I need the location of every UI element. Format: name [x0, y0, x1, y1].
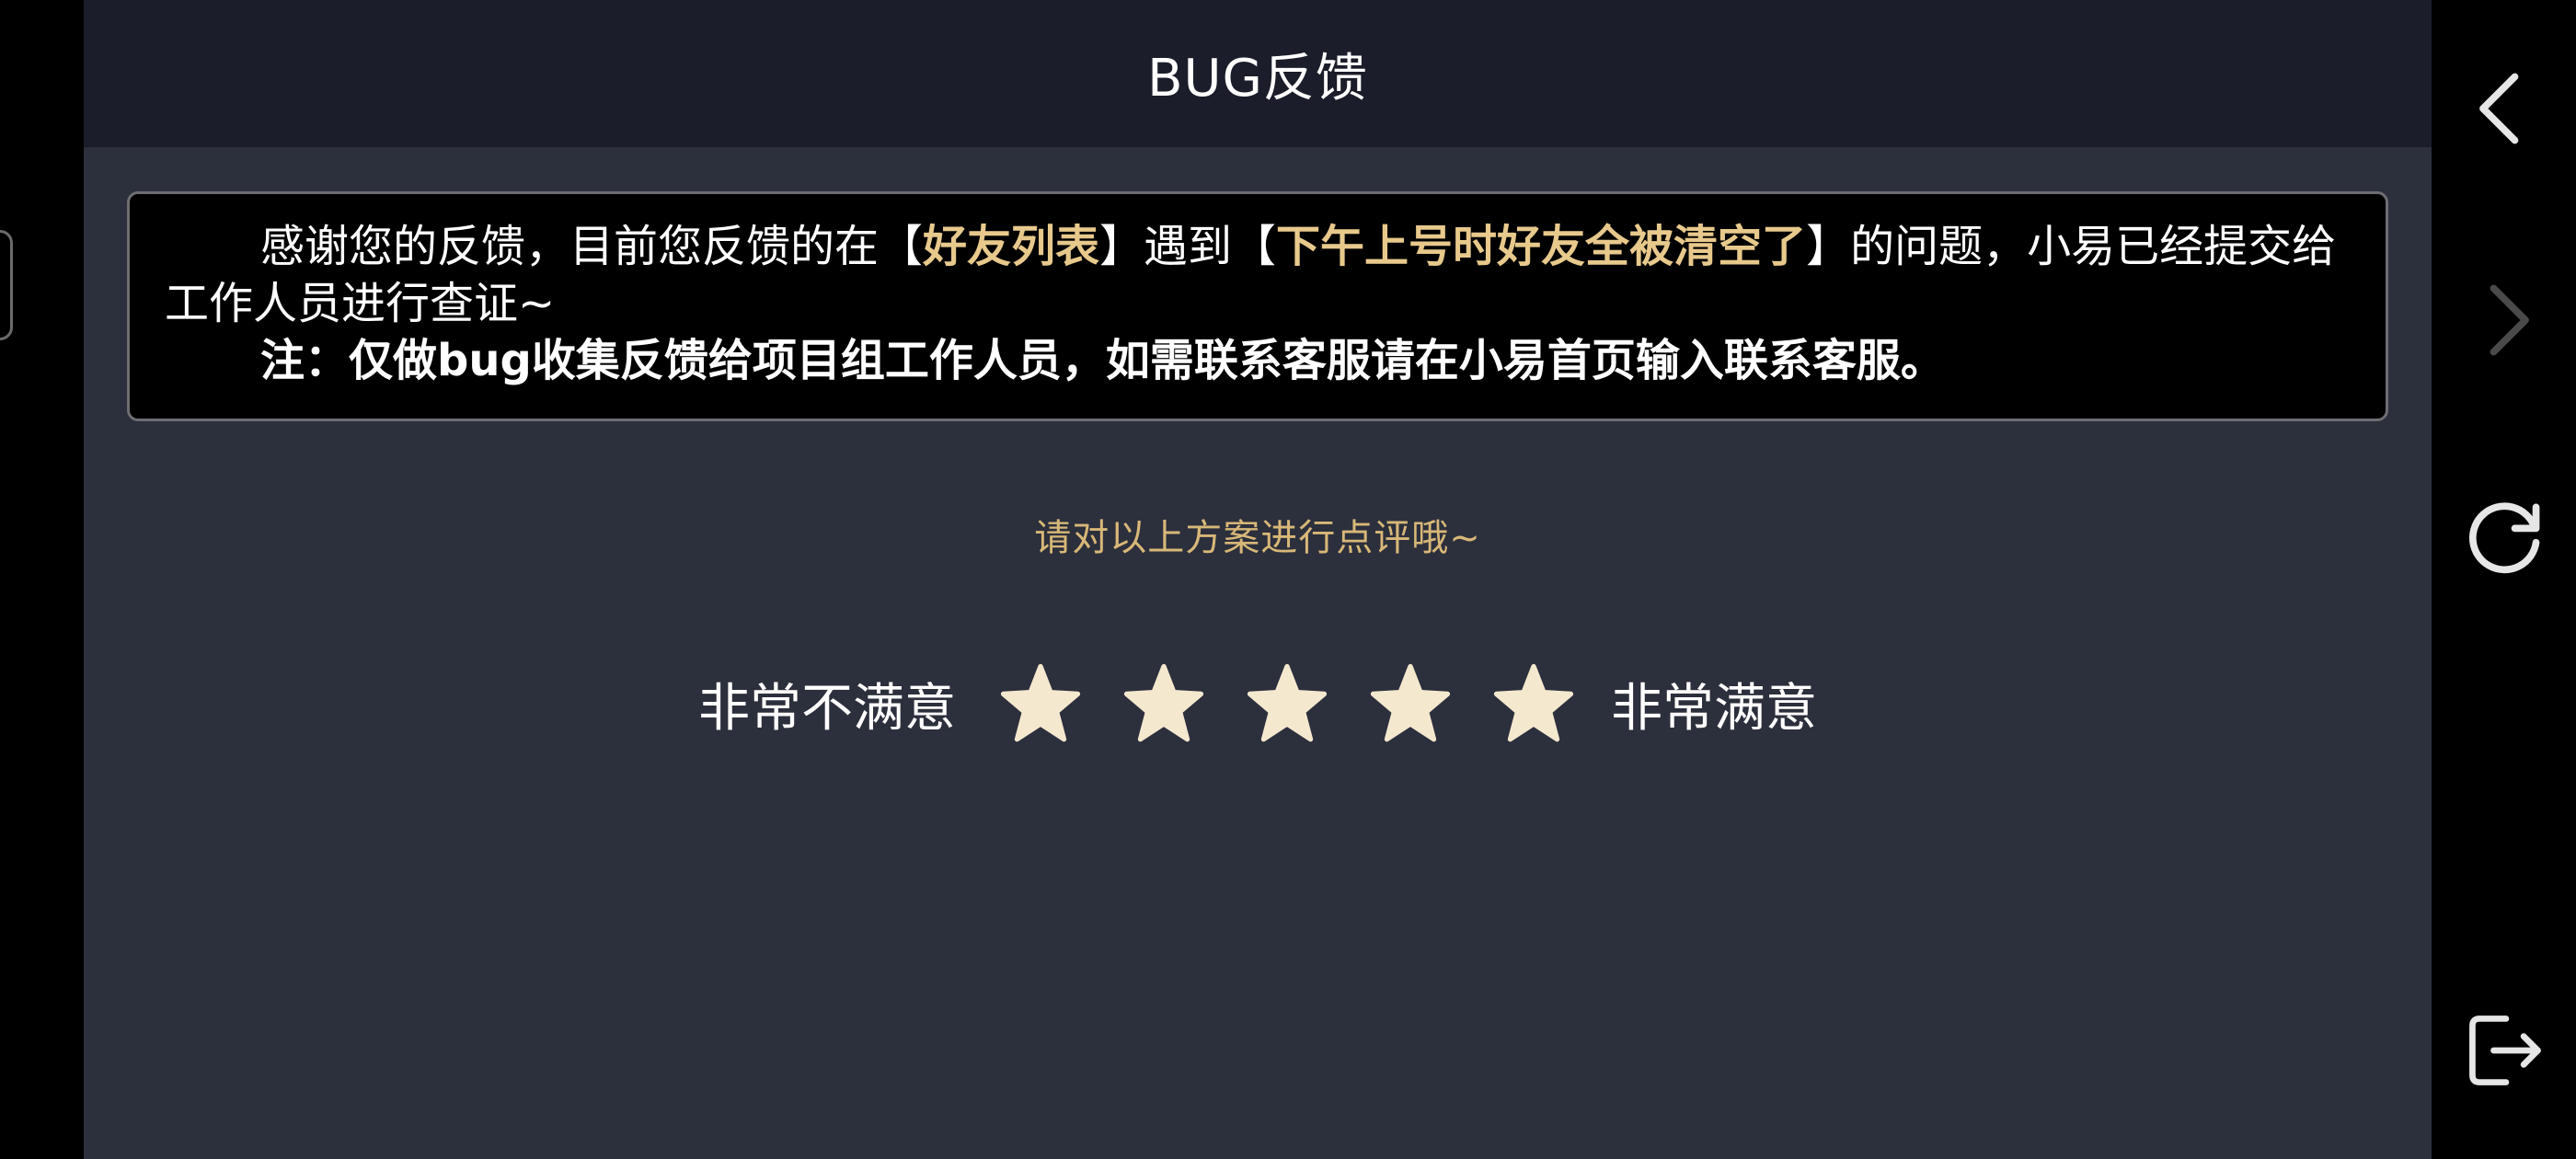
notice-paragraph: 感谢您的反馈，目前您反馈的在【好友列表】遇到【下午上号时好友全被清空了】的问题，… — [165, 218, 2351, 332]
app-window: BUG反馈 感谢您的反馈，目前您反馈的在【好友列表】遇到【下午上号时好友全被清空… — [84, 0, 2432, 1159]
notice-note: 注：仅做bug收集反馈给项目组工作人员，如需联系客服请在小易首页输入联系客服。 — [165, 332, 2351, 389]
exit-icon — [2468, 1016, 2541, 1085]
star-icon — [1493, 663, 1574, 742]
star-icon — [1370, 663, 1451, 742]
refresh-icon — [2468, 502, 2539, 574]
page-title: BUG反馈 — [1147, 48, 1368, 109]
notice-note-text: 注：仅做bug收集反馈给项目组工作人员，如需联系客服请在小易首页输入联系客服。 — [260, 335, 1945, 386]
rating-star-5[interactable] — [1491, 661, 1576, 746]
notice-issue-highlight: 下午上号时好友全被清空了 — [1276, 221, 1807, 272]
feedback-notice-box: 感谢您的反馈，目前您反馈的在【好友列表】遇到【下午上号时好友全被清空了】的问题，… — [127, 191, 2388, 421]
side-handle[interactable] — [0, 230, 13, 340]
notice-text-1: 感谢您的反馈，目前您反馈的在【 — [260, 221, 924, 272]
rating-high-label: 非常满意 — [1611, 678, 1817, 739]
back-icon — [2478, 73, 2518, 144]
notice-module-highlight: 好友列表 — [923, 221, 1100, 272]
refresh-button[interactable] — [2432, 482, 2576, 592]
exit-button[interactable] — [2432, 995, 2576, 1106]
title-bar: BUG反馈 — [84, 0, 2432, 147]
right-nav-panel — [2432, 0, 2576, 1159]
screen: BUG反馈 感谢您的反馈，目前您反馈的在【好友列表】遇到【下午上号时好友全被清空… — [0, 0, 2576, 1159]
rating-low-label: 非常不满意 — [698, 678, 956, 739]
forward-button[interactable] — [2432, 265, 2576, 375]
star-rating — [998, 661, 1576, 746]
rating-star-2[interactable] — [1121, 661, 1206, 746]
left-edge-strip — [0, 0, 84, 1159]
star-icon — [1000, 663, 1081, 742]
rating-row: 非常不满意 非常满意 — [84, 653, 2432, 754]
back-button[interactable] — [2432, 53, 2576, 164]
rating-star-4[interactable] — [1368, 661, 1453, 746]
star-icon — [1247, 663, 1328, 742]
rating-star-1[interactable] — [998, 661, 1083, 746]
notice-text-2: 】遇到【 — [1099, 221, 1277, 272]
rating-star-3[interactable] — [1245, 661, 1329, 746]
rating-prompt: 请对以上方案进行点评哦~ — [1034, 517, 1481, 559]
forward-icon — [2490, 284, 2529, 356]
star-icon — [1123, 663, 1204, 742]
